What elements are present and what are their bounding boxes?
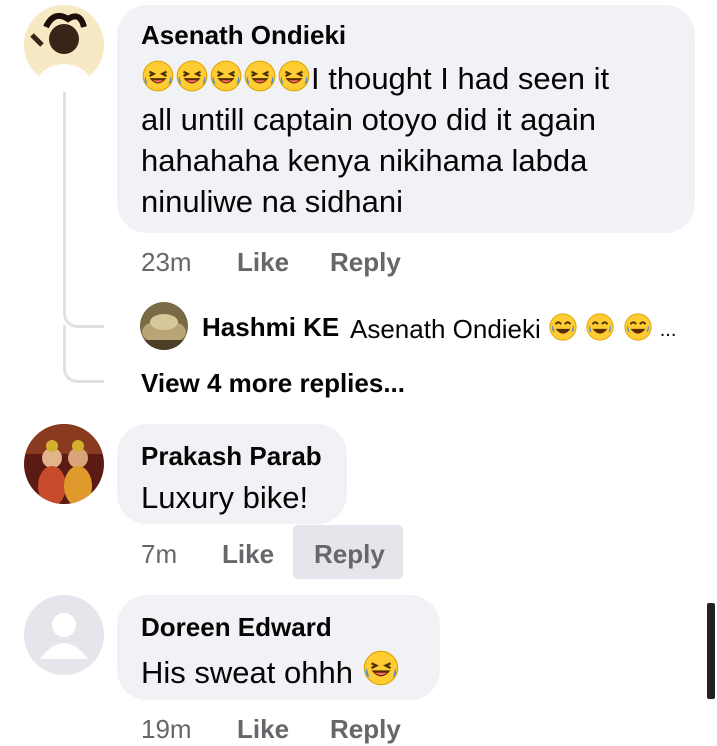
comment-text-line: all untill captain otoyo did it again (141, 102, 596, 137)
reply-button[interactable]: Reply (330, 714, 401, 745)
comment-text: His sweat ohhh (141, 649, 400, 693)
comment-bubble: Prakash Parab Luxury bike! (117, 424, 347, 524)
avatar-hashmi-ke[interactable] (140, 302, 188, 350)
thread-connector (63, 300, 104, 328)
joy-emoji (585, 313, 615, 344)
comment-text-line: His sweat ohhh (141, 655, 353, 690)
comment-bubble: Doreen Edward His sweat ohhh (117, 595, 440, 700)
reply-author[interactable]: Hashmi KE (202, 312, 339, 343)
scrollbar-thumb[interactable] (707, 603, 715, 699)
laughing-emoji (209, 60, 243, 96)
reply-text[interactable]: Asenath Ondieki ... (350, 312, 676, 345)
joy-emoji (623, 313, 653, 344)
reply-button[interactable]: Reply (314, 539, 385, 570)
default-avatar-icon (24, 595, 104, 675)
comment-text-line: hahahaha kenya nikihama labda (141, 143, 588, 178)
comment-bubble: Asenath Ondieki I thought I had seen it … (117, 5, 695, 233)
avatar-prakash-parab[interactable] (24, 424, 104, 504)
comment-text: Luxury bike! (141, 480, 309, 515)
avatar-doreen-edward[interactable] (24, 595, 104, 675)
reply-mention: Asenath Ondieki (350, 314, 541, 344)
avatar-asenath-ondieki[interactable] (24, 5, 104, 85)
comment-text-line: I thought I had seen it (311, 61, 610, 96)
comment-text-line: ninuliwe na sidhani (141, 184, 403, 219)
thread-line (63, 92, 66, 312)
emoji-group (362, 650, 400, 690)
comment-author[interactable]: Prakash Parab (141, 441, 322, 472)
profile-photo (140, 302, 188, 350)
laughing-emoji (277, 60, 311, 96)
comment-time[interactable]: 23m (141, 247, 192, 278)
ellipsis: ... (659, 319, 677, 341)
emoji-group (548, 313, 653, 344)
profile-photo (24, 5, 104, 85)
laughing-emoji (141, 60, 175, 96)
like-button[interactable]: Like (237, 247, 289, 278)
like-button[interactable]: Like (222, 539, 274, 570)
comment-author[interactable]: Doreen Edward (141, 612, 332, 643)
comment-time[interactable]: 19m (141, 714, 192, 745)
laughing-emoji (362, 650, 400, 690)
profile-photo (24, 424, 104, 504)
comment-author[interactable]: Asenath Ondieki (141, 20, 346, 51)
laughing-emoji (175, 60, 209, 96)
joy-emoji (548, 313, 578, 344)
like-button[interactable]: Like (237, 714, 289, 745)
reply-button[interactable]: Reply (330, 247, 401, 278)
comment-text: I thought I had seen it all untill capta… (141, 58, 609, 222)
view-more-replies-link[interactable]: View 4 more replies... (141, 368, 405, 399)
thread-connector (63, 325, 104, 383)
laughing-emoji (243, 60, 277, 96)
emoji-group (141, 60, 311, 96)
comment-time[interactable]: 7m (141, 539, 177, 570)
